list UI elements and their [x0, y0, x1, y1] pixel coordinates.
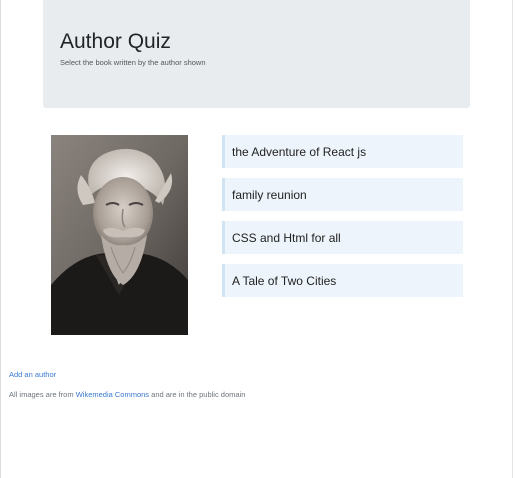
answer-label: CSS and Html for all — [232, 230, 341, 245]
author-portrait — [51, 135, 188, 335]
answer-option[interactable]: CSS and Html for all — [222, 221, 463, 254]
add-author-link[interactable]: Add an author — [9, 370, 56, 379]
page-subtitle: Select the book written by the author sh… — [60, 58, 206, 67]
wikimedia-commons-link[interactable]: Wikemedia Commons — [76, 390, 149, 399]
footer-note-suffix: and are in the public domain — [151, 390, 246, 399]
page-border-left — [0, 0, 1, 478]
page-title: Author Quiz — [60, 30, 171, 53]
answer-option[interactable]: A Tale of Two Cities — [222, 264, 463, 297]
answer-option[interactable]: the Adventure of React js — [222, 135, 463, 168]
header-jumbotron: Author Quiz Select the book written by t… — [43, 0, 470, 108]
answer-label: the Adventure of React js — [232, 144, 367, 159]
page-border-right — [512, 0, 513, 478]
answer-label: family reunion — [232, 187, 307, 202]
footer-note-prefix: All images are from — [9, 390, 74, 399]
answer-label: A Tale of Two Cities — [232, 273, 337, 288]
answer-option[interactable]: family reunion — [222, 178, 463, 211]
footer-note: All images are from Wikemedia Commons an… — [9, 390, 245, 399]
